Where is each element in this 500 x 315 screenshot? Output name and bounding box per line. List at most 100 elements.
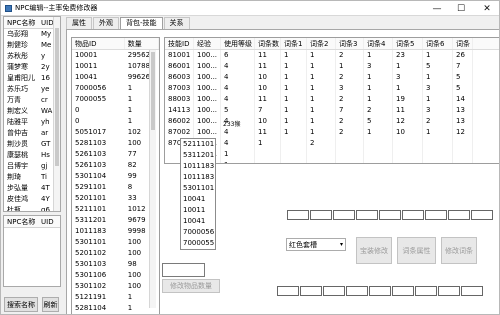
skill-table-row[interactable]: 14113 100... 5 7 1 1 7 2 11 3 13 bbox=[165, 105, 499, 116]
skill-table-row[interactable]: 88003 100... 4 11 1 1 2 1 19 1 14 bbox=[165, 94, 499, 105]
affix-input-box[interactable] bbox=[333, 210, 355, 220]
skill-exp-header[interactable]: 经验 bbox=[194, 38, 221, 49]
affix-input-box[interactable] bbox=[461, 286, 483, 296]
item-list-row[interactable]: 5261103 77 bbox=[72, 149, 159, 160]
affix-input-box[interactable] bbox=[415, 286, 437, 296]
npc-list-row[interactable]: 荆宏义 WA bbox=[4, 106, 60, 117]
tab-attributes[interactable]: 属性 bbox=[66, 17, 92, 29]
item-list-row[interactable]: 5301103 98 bbox=[72, 259, 159, 270]
affix-input-box[interactable] bbox=[300, 286, 322, 296]
skill-table-row[interactable]: 87003 100... 4 10 1 1 3 1 1 3 5 bbox=[165, 83, 499, 94]
npc-list-row[interactable]: 苏乐巧 ye bbox=[4, 84, 60, 95]
skill-table-row[interactable]: 81001 100... 6 11 1 1 2 1 23 1 26 bbox=[165, 50, 499, 61]
tab-appearance[interactable]: 外观 bbox=[93, 17, 119, 29]
popup-item-row[interactable]: 1011183 bbox=[181, 172, 215, 183]
skill-id-header[interactable]: 技能ID bbox=[165, 38, 194, 49]
affix-input-box[interactable] bbox=[379, 210, 401, 220]
popup-item-row[interactable]: 5311201 bbox=[181, 150, 215, 161]
popup-item-row[interactable]: 1011183 bbox=[181, 161, 215, 172]
item-list-row[interactable]: 5311201 9679 bbox=[72, 215, 159, 226]
affix-input-box[interactable] bbox=[310, 210, 332, 220]
tab-relations[interactable]: 关系 bbox=[163, 17, 190, 29]
item-list-row[interactable]: 5281104 1 bbox=[72, 303, 159, 314]
item-list-row[interactable]: 10041 99626 bbox=[72, 72, 159, 83]
item-list-row[interactable]: 10001 29562 bbox=[72, 50, 159, 61]
skill-level-header[interactable]: 使用等级 bbox=[221, 38, 255, 49]
item-list-row[interactable]: 7000055 1 bbox=[72, 94, 159, 105]
item-list-row[interactable]: 01 bbox=[72, 105, 159, 116]
popup-item-row[interactable]: 5301101 bbox=[181, 183, 215, 194]
popup-item-row[interactable]: 7000056 bbox=[181, 227, 215, 238]
npc-list-row[interactable]: 皇甫阳儿 16 bbox=[4, 73, 60, 84]
npc-list[interactable]: NPC名称 UID 乌彭翔 My 荆健珍 Me 苏秋彤 y 蒲梦寒 2y 皇甫阳儿 16 苏乐巧 ye… bbox=[3, 16, 61, 212]
modify-affix-button[interactable]: 修改词条 bbox=[441, 237, 477, 264]
affix-5-header[interactable]: 词条5 bbox=[393, 38, 423, 49]
npc-list-row[interactable]: 蒲梦寒 2y bbox=[4, 62, 60, 73]
maximize-button[interactable]: ☐ bbox=[449, 1, 473, 16]
item-id-header[interactable]: 物品ID bbox=[72, 38, 125, 49]
popup-item-row[interactable]: 5211101 bbox=[181, 139, 215, 150]
skill-table-row[interactable]: 86002 100... 4 10 1 1 2 5 12 2 13 bbox=[165, 116, 499, 127]
item-list-scroll-thumb[interactable] bbox=[151, 52, 155, 130]
affix-input-box[interactable] bbox=[448, 210, 470, 220]
popup-item-row[interactable]: 10011 bbox=[181, 205, 215, 216]
selected-npc-list[interactable]: NPC名称 UID bbox=[3, 215, 61, 287]
npc-list-row[interactable]: 荆健珍 Me bbox=[4, 40, 60, 51]
affix-input-box[interactable] bbox=[402, 210, 424, 220]
item-list-row[interactable]: 5201101 33 bbox=[72, 193, 159, 204]
item-list-scrollbar[interactable] bbox=[149, 50, 156, 308]
npc-list-row[interactable]: 荆沙贯 GT bbox=[4, 139, 60, 150]
item-list-row[interactable]: 01 bbox=[72, 116, 159, 127]
item-list-row[interactable]: 5261103 82 bbox=[72, 160, 159, 171]
affix-input-box[interactable] bbox=[471, 210, 493, 220]
item-list-row[interactable]: 5121191 1 bbox=[72, 292, 159, 303]
npc-list-scrollbar[interactable] bbox=[53, 17, 60, 211]
popup-item-row[interactable]: 7000055 bbox=[181, 238, 215, 249]
minimize-button[interactable]: — bbox=[425, 1, 449, 16]
npc-list-row[interactable]: 苏秋彤 y bbox=[4, 51, 60, 62]
affix-input-box[interactable] bbox=[356, 210, 378, 220]
npc-name-column-header[interactable]: NPC名称 bbox=[4, 17, 38, 29]
modify-equipment-button[interactable]: 宝装修改 bbox=[356, 237, 392, 264]
item-list-row[interactable]: 5051017 102 bbox=[72, 127, 159, 138]
npc-list-row[interactable]: 荆琦 Ti bbox=[4, 172, 60, 183]
popup-item-row[interactable]: 10041 bbox=[181, 194, 215, 205]
modify-item-quantity-button[interactable]: 修改物品数量 bbox=[162, 279, 220, 293]
affix-count-header[interactable]: 词条数 bbox=[255, 38, 281, 49]
npc-list-row[interactable]: 陆雅平 yh bbox=[4, 117, 60, 128]
affix-input-box[interactable] bbox=[346, 286, 368, 296]
item-list-row[interactable]: 7000056 1 bbox=[72, 83, 159, 94]
item-dropdown-popup[interactable]: 5211101 5311201 1011183 1011183 5301101 10041… bbox=[180, 138, 216, 250]
affix-1-header[interactable]: 词条1 bbox=[281, 38, 307, 49]
affix-input-box[interactable] bbox=[277, 286, 299, 296]
skill-table-row[interactable]: 86001 100... 4 11 1 1 1 3 1 5 7 bbox=[165, 61, 499, 72]
item-list-row[interactable]: 5201102 100 bbox=[72, 248, 159, 259]
close-button[interactable]: ✕ bbox=[473, 1, 499, 16]
item-quantity-input[interactable] bbox=[162, 263, 205, 277]
affix-input-box[interactable] bbox=[438, 286, 460, 296]
skill-table-row[interactable]: 87002 100... 4 11 1 1 2 1 10 1 12 bbox=[165, 127, 499, 138]
npc-list-row[interactable]: 曾仲吉 ar bbox=[4, 128, 60, 139]
affix-more-header[interactable]: 词条 bbox=[453, 38, 473, 49]
quality-select[interactable]: 红色套槽 ▾ bbox=[286, 238, 346, 251]
npc-list-row[interactable]: 杜瓶 q6 bbox=[4, 205, 60, 211]
item-list-row[interactable]: 5211101 1012 bbox=[72, 204, 159, 215]
skill-table-row[interactable]: 86003 100... 4 10 1 1 2 1 3 1 5 bbox=[165, 72, 499, 83]
selected-uid-header[interactable]: UID bbox=[38, 216, 58, 228]
npc-list-row[interactable]: 吕博宇 gj bbox=[4, 161, 60, 172]
npc-list-row[interactable]: 万青 cr bbox=[4, 95, 60, 106]
search-name-button[interactable]: 搜索名称 bbox=[4, 297, 38, 312]
affix-input-box[interactable] bbox=[425, 210, 447, 220]
npc-list-row[interactable]: 皮佳鸿 4Y bbox=[4, 194, 60, 205]
affix-input-box[interactable] bbox=[369, 286, 391, 296]
affix-6-header[interactable]: 词条6 bbox=[423, 38, 453, 49]
affix-3-header[interactable]: 词条3 bbox=[336, 38, 364, 49]
popup-item-row[interactable]: 10041 bbox=[181, 216, 215, 227]
affix-attribute-button[interactable]: 词条属性 bbox=[397, 237, 436, 264]
npc-list-row[interactable]: 康瑟桃 Hs bbox=[4, 150, 60, 161]
item-list-row[interactable]: 1011183 9998 bbox=[72, 226, 159, 237]
item-list-table[interactable]: 物品ID 数量 10001 29562 10011 107888 10041 99626 7… bbox=[71, 37, 160, 314]
item-list-row[interactable]: 5281103 100 bbox=[72, 138, 159, 149]
item-list-row[interactable]: 5301102 100 bbox=[72, 281, 159, 292]
item-list-row[interactable]: 5301101 100 bbox=[72, 237, 159, 248]
